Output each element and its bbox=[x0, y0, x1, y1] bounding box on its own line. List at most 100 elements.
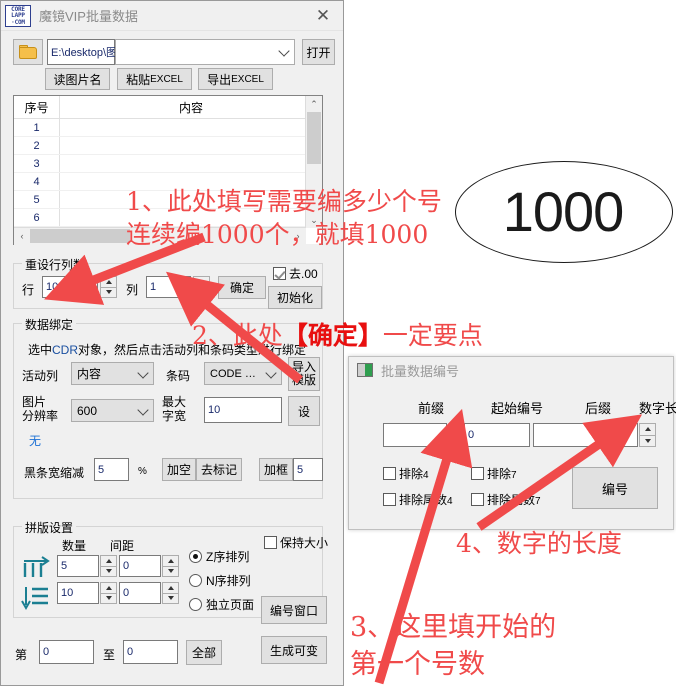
order-n-radio[interactable]: N序排列 bbox=[189, 572, 251, 589]
table-row[interactable]: 3 bbox=[14, 155, 322, 173]
digit-stepper-up[interactable] bbox=[639, 423, 656, 436]
triangle-up-icon bbox=[105, 558, 112, 563]
scroll-up-icon[interactable]: ⌃ bbox=[306, 96, 322, 112]
table-row[interactable]: 1 bbox=[14, 119, 322, 137]
paste-excel-button[interactable]: 粘贴 EXCEL bbox=[117, 68, 192, 90]
max-width-input[interactable]: 10 bbox=[204, 397, 282, 423]
exclude-7-checkbox[interactable]: 排除7 bbox=[471, 465, 517, 482]
path-input[interactable]: E:\desktop\图 bbox=[47, 39, 117, 65]
triangle-down-icon bbox=[644, 438, 651, 443]
rows-gap-up[interactable] bbox=[162, 582, 179, 594]
add-space-button[interactable]: 加空 bbox=[162, 458, 196, 481]
active-column-combo[interactable]: 内容 bbox=[71, 362, 154, 385]
rows-count-stepper[interactable] bbox=[100, 582, 117, 604]
checkbox-box[interactable] bbox=[264, 536, 277, 549]
import-template-button[interactable]: 导入 模版 bbox=[288, 357, 320, 391]
digit-length-header: 数字长度 bbox=[638, 401, 676, 416]
order-n-label: N序排列 bbox=[206, 574, 251, 588]
order-z-radio[interactable]: Z序排列 bbox=[189, 548, 249, 565]
horizontal-scroll-thumb[interactable] bbox=[30, 229, 130, 243]
col-stepper-down[interactable] bbox=[193, 287, 210, 298]
radio-circle[interactable] bbox=[189, 550, 202, 563]
rows-count-input[interactable]: 10 bbox=[57, 582, 99, 604]
row-count-input[interactable]: 100 bbox=[42, 276, 98, 298]
imposition-legend: 拼版设置 bbox=[22, 519, 77, 536]
rows-stepper-up[interactable] bbox=[100, 582, 117, 594]
browse-folder-button[interactable] bbox=[13, 39, 43, 65]
checkbox-box[interactable] bbox=[383, 467, 396, 480]
radio-circle[interactable] bbox=[189, 574, 202, 587]
cols-gap-input[interactable]: 0 bbox=[119, 555, 161, 577]
note-2-part-a: 2、此处 bbox=[192, 321, 283, 350]
barcode-type-combo[interactable]: CODE … bbox=[204, 362, 282, 385]
triangle-up-icon bbox=[105, 585, 112, 590]
dpi-combo[interactable]: 600 bbox=[71, 399, 154, 422]
checkbox-box[interactable] bbox=[383, 493, 396, 506]
exclude-4-checkbox[interactable]: 排除4 bbox=[383, 465, 429, 482]
trim-zero-label: 去.00 bbox=[289, 267, 318, 281]
exclude-tail-4-cn: 排除尾数 bbox=[399, 493, 448, 507]
row-index: 5 bbox=[14, 191, 60, 208]
col-stepper-up[interactable] bbox=[193, 276, 210, 288]
set-button[interactable]: 设 bbox=[288, 396, 320, 426]
digit-length-stepper[interactable] bbox=[639, 423, 656, 447]
cols-count-input[interactable]: 5 bbox=[57, 555, 99, 577]
start-number-input[interactable]: 0 bbox=[464, 423, 530, 447]
confirm-button[interactable]: 确定 bbox=[218, 276, 266, 299]
cols-gap-up[interactable] bbox=[162, 555, 179, 567]
suffix-input[interactable] bbox=[533, 423, 597, 447]
scroll-left-icon[interactable]: ‹ bbox=[14, 231, 30, 241]
vertical-scroll-thumb[interactable] bbox=[307, 112, 321, 164]
note-2-part-b: 【确定】 bbox=[282, 321, 383, 350]
prefix-input[interactable] bbox=[383, 423, 447, 447]
order-page-radio[interactable]: 独立页面 bbox=[189, 596, 254, 613]
triangle-up-icon bbox=[167, 558, 174, 563]
range-to-input[interactable]: 0 bbox=[123, 640, 178, 664]
cols-stepper-up[interactable] bbox=[100, 555, 117, 567]
digit-stepper-down[interactable] bbox=[639, 435, 656, 447]
cols-gap-down[interactable] bbox=[162, 566, 179, 577]
active-column-value: 内容 bbox=[77, 367, 102, 381]
rows-gap-input[interactable]: 0 bbox=[119, 582, 161, 604]
exclude-tail-7-checkbox[interactable]: 排除尾数7 bbox=[471, 491, 541, 508]
keep-size-checkbox[interactable]: 保持大小 bbox=[264, 534, 328, 551]
cols-stepper-down[interactable] bbox=[100, 566, 117, 577]
exclude-tail-4-checkbox[interactable]: 排除尾数4 bbox=[383, 491, 453, 508]
number-action-button[interactable]: 编号 bbox=[572, 467, 658, 509]
add-frame-button[interactable]: 加框 bbox=[259, 458, 293, 481]
range-from-input[interactable]: 0 bbox=[39, 640, 94, 664]
cols-gap-stepper[interactable] bbox=[162, 555, 179, 577]
remove-mark-button[interactable]: 去标记 bbox=[196, 458, 242, 481]
trim-zero-checkbox[interactable]: 去.00 bbox=[273, 265, 318, 282]
chevron-down-icon bbox=[265, 366, 277, 379]
row-count-stepper[interactable] bbox=[100, 276, 117, 298]
checkbox-box[interactable] bbox=[273, 267, 286, 280]
export-excel-button[interactable]: 导出 EXCEL bbox=[198, 68, 273, 90]
rows-gap-down[interactable] bbox=[162, 593, 179, 604]
number-window-button[interactable]: 编号窗口 bbox=[261, 596, 327, 624]
rows-gap-stepper[interactable] bbox=[162, 582, 179, 604]
close-icon[interactable]: ✕ bbox=[303, 1, 343, 30]
annotation-note-1-line-1: 1、此处填写需要编多少个号 bbox=[126, 187, 442, 216]
row-stepper-up[interactable] bbox=[100, 276, 117, 288]
row-stepper-down[interactable] bbox=[100, 287, 117, 298]
chevron-down-icon bbox=[137, 366, 149, 379]
select-all-button[interactable]: 全部 bbox=[186, 640, 222, 665]
checkbox-box[interactable] bbox=[471, 493, 484, 506]
col-count-input[interactable]: 1 bbox=[146, 276, 191, 298]
generate-variable-button[interactable]: 生成可变 bbox=[261, 636, 327, 664]
checkbox-box[interactable] bbox=[471, 467, 484, 480]
initialize-button[interactable]: 初始化 bbox=[268, 286, 322, 309]
rows-stepper-down[interactable] bbox=[100, 593, 117, 604]
bar-shrink-input[interactable]: 5 bbox=[94, 458, 129, 481]
open-button[interactable]: 打开 bbox=[302, 39, 335, 65]
cols-count-stepper[interactable] bbox=[100, 555, 117, 577]
table-row[interactable]: 2 bbox=[14, 137, 322, 155]
file-select-combo[interactable] bbox=[115, 39, 295, 65]
col-count-stepper[interactable] bbox=[193, 276, 210, 298]
read-image-name-button[interactable]: 读图片名 bbox=[45, 68, 110, 90]
radio-circle[interactable] bbox=[189, 598, 202, 611]
add-frame-input[interactable]: 5 bbox=[293, 458, 323, 481]
title-bar: CORE LAPP ·COM 魔镜VIP批量数据 ✕ bbox=[1, 1, 343, 31]
digit-length-input[interactable]: 0 bbox=[601, 423, 638, 447]
